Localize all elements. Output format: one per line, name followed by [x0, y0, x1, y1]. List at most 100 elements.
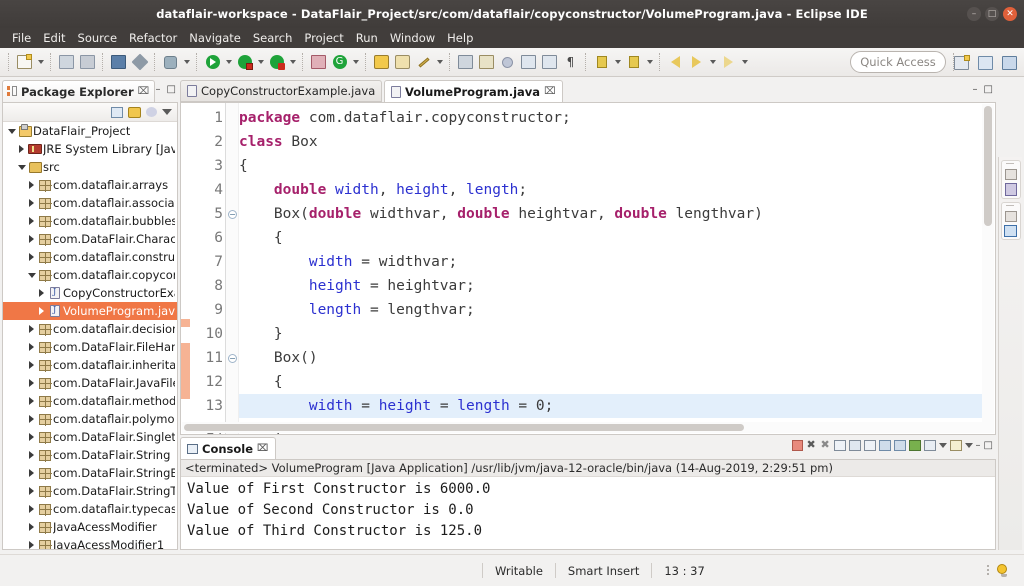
java-perspective-button[interactable] — [975, 52, 996, 73]
maximize-view-icon[interactable]: □ — [984, 84, 993, 95]
twisty-collapsed-icon[interactable] — [26, 361, 37, 369]
remove-all-launches-icon[interactable]: ✖ — [820, 440, 831, 451]
new-java-project-button[interactable] — [308, 52, 329, 73]
drag-handle[interactable] — [1006, 205, 1016, 208]
code-line[interactable]: package com.dataflair.copyconstructor; — [239, 106, 982, 130]
back-history-button[interactable] — [718, 52, 739, 73]
tree-item[interactable]: com.DataFlair.JavaFile — [3, 374, 177, 392]
menu-item-project[interactable]: Project — [298, 29, 349, 47]
twisty-collapsed-icon[interactable] — [26, 415, 37, 423]
show-source-button[interactable] — [539, 52, 560, 73]
search-dropdown-arrow[interactable] — [434, 52, 445, 73]
twisty-collapsed-icon[interactable] — [26, 469, 37, 477]
focus-on-active-task-icon[interactable] — [146, 107, 157, 117]
code-line[interactable]: { — [239, 154, 982, 178]
tree-item[interactable]: com.dataflair.method — [3, 392, 177, 410]
link-with-editor-icon[interactable] — [128, 107, 141, 118]
twisty-collapsed-icon[interactable] — [26, 505, 37, 513]
chevron-down-icon[interactable] — [965, 443, 973, 448]
twisty-collapsed-icon[interactable] — [26, 523, 37, 531]
menu-item-refactor[interactable]: Refactor — [123, 29, 183, 47]
show-whitespace-button[interactable] — [518, 52, 539, 73]
pin-console-icon[interactable] — [894, 440, 906, 451]
annotation-marker[interactable] — [181, 391, 190, 399]
twisty-collapsed-icon[interactable] — [26, 343, 37, 351]
clear-console-icon[interactable] — [834, 440, 846, 451]
coverage-dropdown-arrow[interactable] — [255, 52, 266, 73]
editor-horizontal-scrollbar[interactable] — [182, 422, 982, 433]
coverage-button[interactable] — [234, 52, 255, 73]
editor-tab-active[interactable]: VolumeProgram.java⌧ — [384, 80, 563, 102]
code-line[interactable]: Box() — [239, 346, 982, 370]
menu-item-help[interactable]: Help — [441, 29, 479, 47]
tree-item[interactable]: com.dataflair.inheritan — [3, 356, 177, 374]
back-button[interactable] — [665, 52, 686, 73]
previous-annotation-dropdown-arrow[interactable] — [644, 52, 655, 73]
close-icon[interactable]: ⌧ — [138, 86, 150, 97]
code-line[interactable]: class Box — [239, 130, 982, 154]
code-line[interactable]: width = widthvar; — [239, 250, 982, 274]
code-line[interactable]: } — [239, 322, 982, 346]
open-task-button[interactable] — [392, 52, 413, 73]
task-list-view-icon[interactable] — [1004, 225, 1017, 237]
twisty-collapsed-icon[interactable] — [26, 199, 37, 207]
open-perspective-button[interactable] — [951, 52, 972, 73]
twisty-collapsed-icon[interactable] — [16, 145, 27, 153]
twisty-collapsed-icon[interactable] — [26, 487, 37, 495]
twisty-collapsed-icon[interactable] — [26, 541, 37, 549]
annotation-ruler[interactable] — [181, 103, 190, 434]
twisty-collapsed-icon[interactable] — [26, 217, 37, 225]
console-body[interactable]: <terminated> VolumeProgram [Java Applica… — [180, 459, 996, 550]
save-all-button[interactable] — [77, 52, 98, 73]
twisty-expanded-icon[interactable] — [26, 273, 37, 278]
tab-console[interactable]: Console ⌧ — [180, 437, 276, 459]
open-console-icon[interactable] — [924, 440, 936, 451]
folding-ruler[interactable]: −−− — [226, 103, 239, 434]
code-line[interactable]: width = height = length = 0; — [239, 394, 982, 418]
chevron-down-icon[interactable] — [939, 443, 947, 448]
menu-item-navigate[interactable]: Navigate — [183, 29, 247, 47]
new-wizard-dropdown-arrow[interactable] — [35, 52, 46, 73]
code-area[interactable]: 1234567891011121314151617 −−− package co… — [181, 103, 995, 434]
tree-item[interactable]: com.DataFlair.StringTo — [3, 482, 177, 500]
display-selected-console-icon[interactable] — [909, 440, 921, 451]
run-button[interactable] — [202, 52, 223, 73]
menu-item-source[interactable]: Source — [72, 29, 124, 47]
debug-perspective-button[interactable] — [999, 52, 1020, 73]
collapse-all-icon[interactable] — [111, 107, 123, 118]
toggle-markers-button[interactable] — [455, 52, 476, 73]
editor-body[interactable]: 1234567891011121314151617 −−− package co… — [180, 102, 996, 435]
tree-item[interactable]: com.DataFlair.Singleto — [3, 428, 177, 446]
tree-item[interactable]: com.dataflair.copycon — [3, 266, 177, 284]
tree-item[interactable]: com.dataflair.bubbles — [3, 212, 177, 230]
tree-item[interactable]: DataFlair_Project — [3, 122, 177, 140]
code-line[interactable]: double width, height, length; — [239, 178, 982, 202]
project-tree[interactable]: DataFlair_ProjectJRE System Library [Jav… — [3, 122, 177, 549]
show-console-on-output-icon[interactable] — [879, 440, 891, 451]
restore-icon[interactable] — [1005, 169, 1017, 180]
tree-item[interactable]: JRE System Library [Java — [3, 140, 177, 158]
editor-tab-inactive[interactable]: CopyConstructorExample.java — [180, 80, 382, 102]
remove-launch-icon[interactable]: ✖ — [806, 440, 817, 451]
tree-item[interactable]: com.dataflair.associat — [3, 194, 177, 212]
forward-dropdown-arrow[interactable] — [707, 52, 718, 73]
code-line[interactable]: height = heightvar; — [239, 274, 982, 298]
external-tools-dropdown-arrow[interactable] — [287, 52, 298, 73]
annotation-marker[interactable] — [181, 319, 190, 327]
tree-item[interactable]: com.DataFlair.String — [3, 446, 177, 464]
fold-toggle-icon[interactable]: − — [228, 354, 237, 363]
twisty-collapsed-icon[interactable] — [26, 433, 37, 441]
forward-button[interactable] — [686, 52, 707, 73]
menu-item-edit[interactable]: Edit — [37, 29, 71, 47]
menu-item-search[interactable]: Search — [247, 29, 299, 47]
pilcrow-button[interactable]: ¶ — [560, 52, 581, 73]
drag-handle[interactable] — [1006, 163, 1016, 166]
lightbulb-icon[interactable] — [997, 564, 1010, 578]
maximize-view-icon[interactable]: □ — [167, 84, 176, 95]
twisty-collapsed-icon[interactable] — [26, 253, 37, 261]
twisty-expanded-icon[interactable] — [16, 165, 27, 170]
annotation-marker[interactable] — [181, 343, 190, 391]
restore-icon[interactable] — [1005, 211, 1017, 222]
tree-item[interactable]: src — [3, 158, 177, 176]
next-annotation-dropdown-arrow[interactable] — [612, 52, 623, 73]
